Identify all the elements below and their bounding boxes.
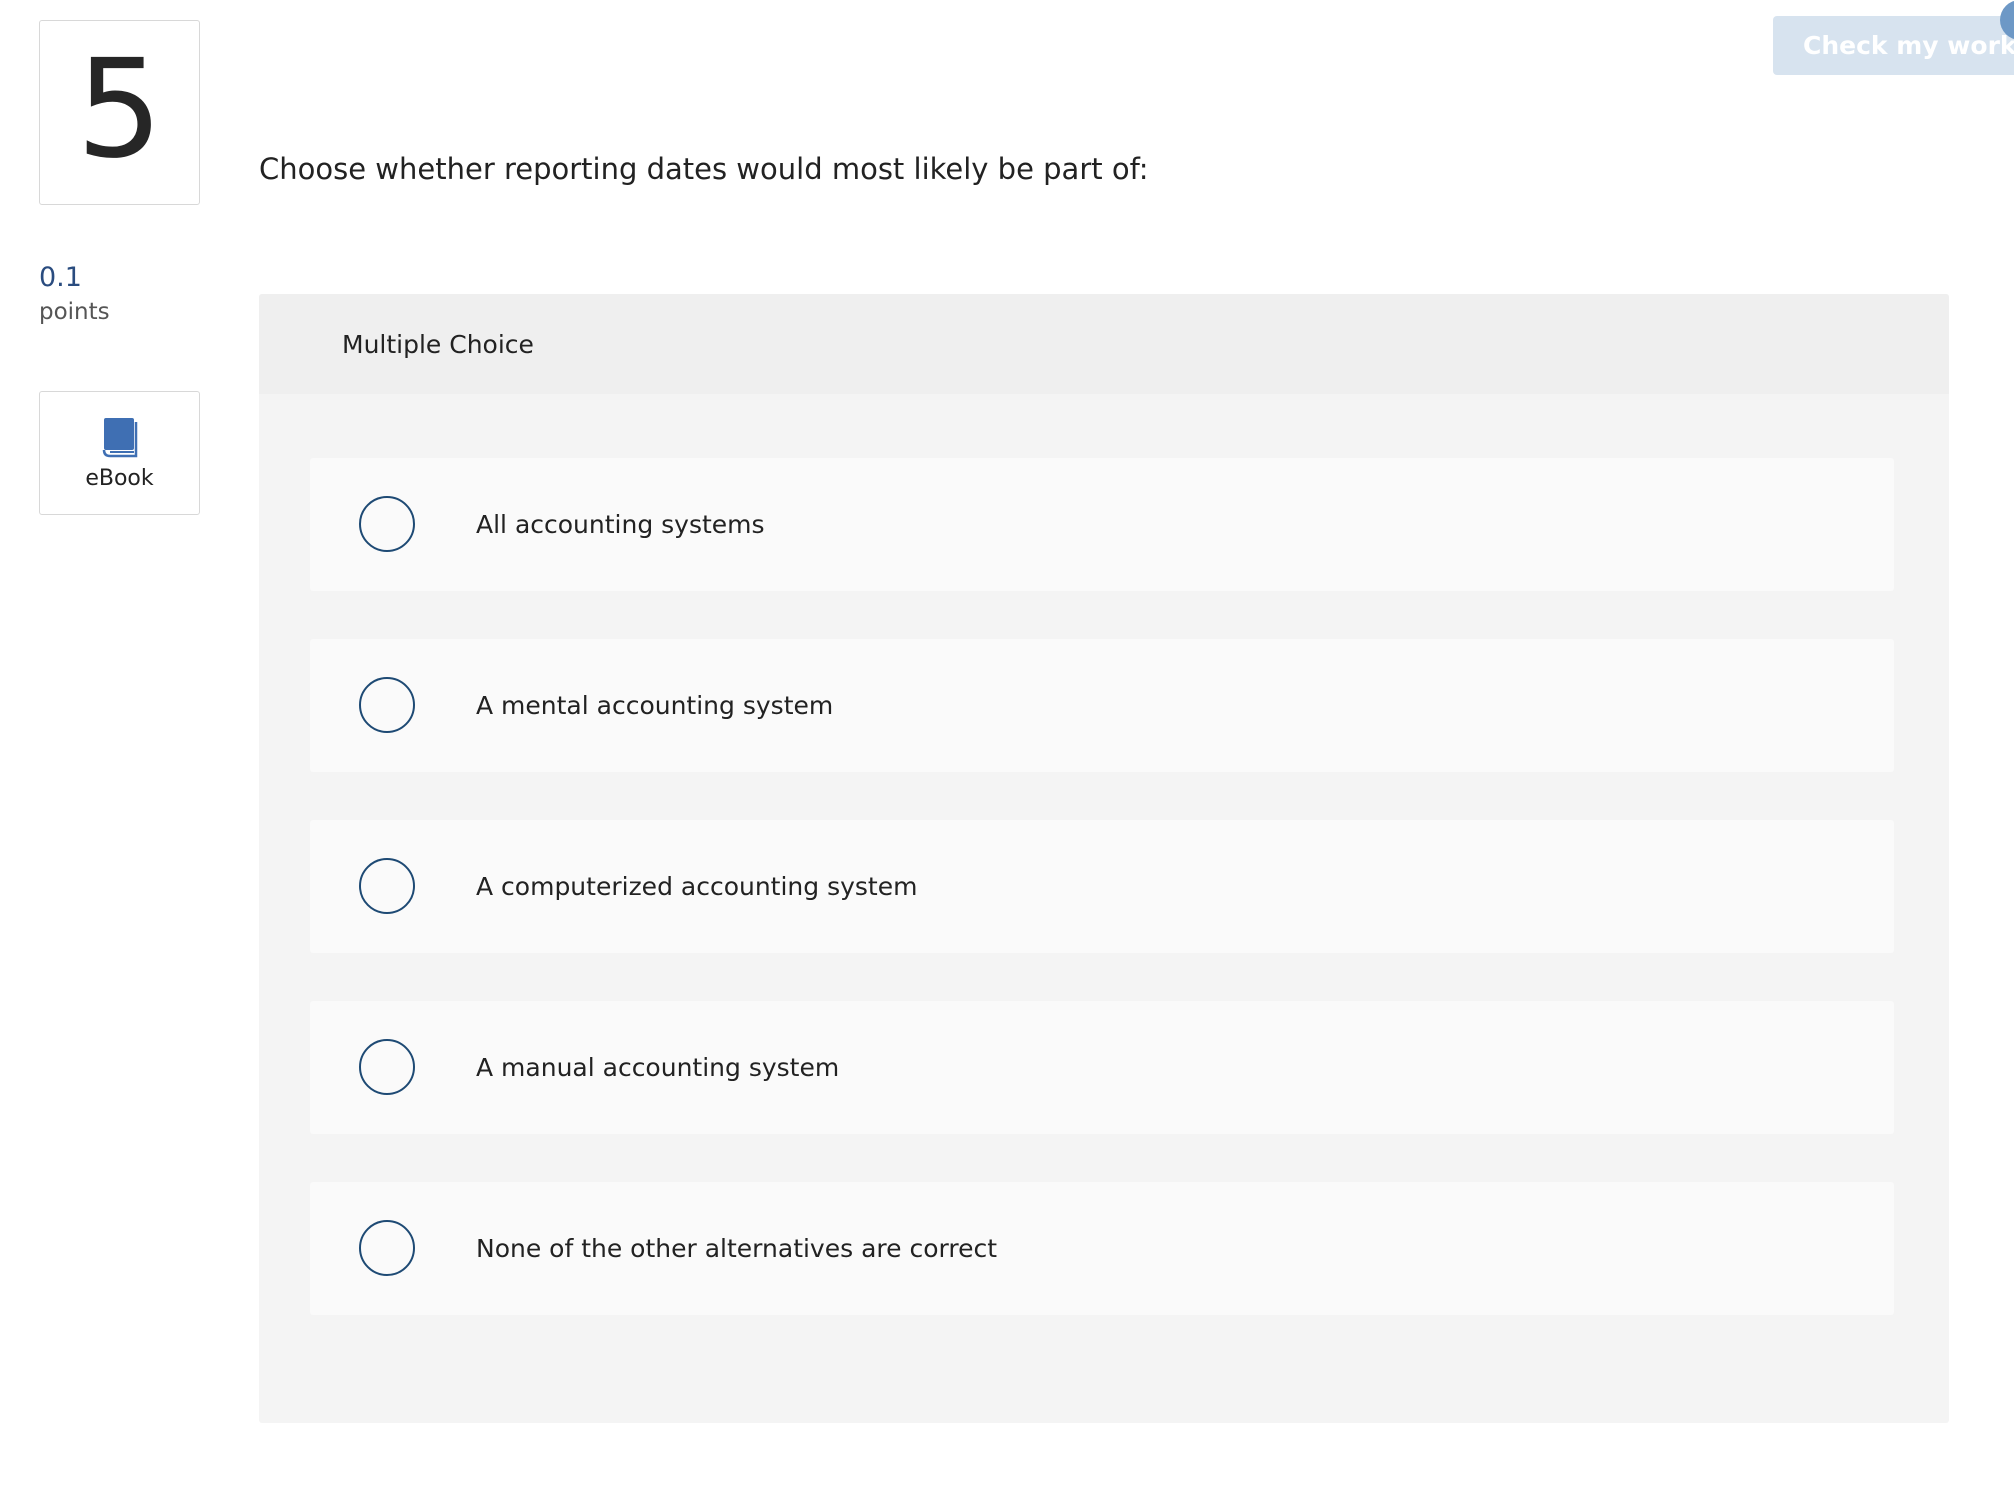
ebook-button[interactable]: eBook: [39, 391, 200, 515]
answer-option[interactable]: A computerized accounting system: [310, 820, 1894, 953]
radio-button[interactable]: [359, 858, 415, 914]
multiple-choice-panel: Multiple Choice All accounting systems A…: [259, 294, 1949, 1423]
answer-option-label: None of the other alternatives are corre…: [476, 1234, 997, 1263]
ebook-label: eBook: [85, 465, 154, 491]
question-type-header: Multiple Choice: [259, 294, 1949, 394]
answer-option[interactable]: All accounting systems: [310, 458, 1894, 591]
answer-option-label: A mental accounting system: [476, 691, 834, 720]
radio-button[interactable]: [359, 1039, 415, 1095]
radio-button[interactable]: [359, 677, 415, 733]
radio-button[interactable]: [359, 496, 415, 552]
question-prompt: Choose whether reporting dates would mos…: [259, 152, 1149, 186]
answer-option-label: All accounting systems: [476, 510, 765, 539]
answer-option[interactable]: A mental accounting system: [310, 639, 1894, 772]
check-my-work-button[interactable]: Check my work: [1773, 16, 2014, 75]
question-number-box: 5: [39, 20, 200, 205]
points-value: 0.1: [39, 262, 82, 293]
answer-option[interactable]: A manual accounting system: [310, 1001, 1894, 1134]
question-number: 5: [76, 30, 163, 189]
points-label: points: [39, 299, 110, 325]
answer-option-label: A manual accounting system: [476, 1053, 840, 1082]
answer-option-label: A computerized accounting system: [476, 872, 918, 901]
book-icon: [102, 417, 137, 457]
radio-button[interactable]: [359, 1220, 415, 1276]
question-type-label: Multiple Choice: [342, 329, 534, 359]
answer-option[interactable]: None of the other alternatives are corre…: [310, 1182, 1894, 1315]
